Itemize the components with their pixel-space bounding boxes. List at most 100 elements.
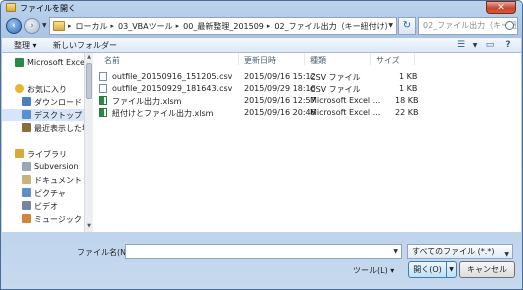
cancel-button[interactable]: キャンセル: [459, 261, 515, 278]
breadcrumb-separator[interactable]: ▸: [267, 22, 271, 30]
file-type-filter-value: すべてのファイル (*.*): [412, 247, 495, 256]
window-title: ファイルを開く: [20, 4, 76, 13]
column-header-date[interactable]: 更新日時: [244, 55, 276, 66]
column-divider[interactable]: [414, 53, 415, 65]
address-dropdown-icon[interactable]: ▼: [388, 22, 393, 29]
filename-input[interactable]: ▼: [125, 244, 402, 259]
sidebar-item-label: デスクトップ: [34, 111, 82, 120]
sidebar-item-recent-places[interactable]: 最近表示した場所: [2, 122, 84, 134]
column-header-size[interactable]: サイズ: [376, 55, 400, 66]
folder-icon: [6, 3, 16, 12]
sidebar-item-desktop[interactable]: デスクトップ: [2, 109, 84, 121]
sidebar-scrollbar[interactable]: ▲ ▼: [84, 53, 93, 232]
sidebar-item-microsoft-excel[interactable]: Microsoft Excel: [2, 57, 84, 69]
back-button[interactable]: ‹: [6, 18, 22, 34]
sidebar-item-label: お気に入り: [27, 85, 67, 94]
navigation-pane: Microsoft Excel お気に入り ダウンロード デスクトップ 最近表示…: [2, 53, 84, 232]
open-button[interactable]: 開く(O) ▼: [408, 261, 457, 278]
open-file-dialog: ファイルを開く ✕ ‹ › ▼ ▸ ローカル ▸ 03_VBAツール ▸ 00_…: [0, 0, 523, 290]
preview-pane-icon[interactable]: ▭: [483, 40, 497, 51]
chevron-down-icon[interactable]: ▼: [504, 248, 509, 261]
excel-file-icon: [99, 96, 107, 105]
navigation-bar: ‹ › ▼ ▸ ローカル ▸ 03_VBAツール ▸ 00_最新整理_20150…: [1, 15, 522, 37]
video-icon: [22, 201, 31, 210]
new-folder-button[interactable]: 新しいフォルダー: [53, 40, 117, 51]
column-header-type[interactable]: 種類: [310, 55, 326, 66]
file-type-filter[interactable]: すべてのファイル (*.*) ▼: [407, 244, 513, 259]
file-date: 2015/09/16 20:46: [244, 108, 316, 117]
breadcrumb-separator[interactable]: ▸: [111, 22, 115, 30]
refresh-button[interactable]: ↻: [398, 17, 416, 35]
download-icon: [22, 97, 31, 106]
forward-button[interactable]: ›: [24, 18, 40, 34]
sidebar-item-music[interactable]: ミュージック: [2, 213, 84, 225]
sidebar-item-label: ライブラリ: [27, 150, 67, 159]
close-button[interactable]: ✕: [486, 1, 516, 14]
recent-icon: [22, 123, 31, 132]
help-icon[interactable]: ?: [501, 40, 515, 51]
folder-icon: [53, 21, 65, 31]
title-bar: ファイルを開く ✕: [1, 1, 522, 15]
pictures-icon: [22, 188, 31, 197]
excel-file-icon: [99, 108, 107, 117]
file-row[interactable]: outfile_20150916_151205.csv 2015/09/16 1…: [94, 71, 521, 82]
desktop-icon: [22, 110, 31, 119]
search-input[interactable]: 02_ファイル出力（キー紐付け...: [418, 17, 518, 35]
file-type: Microsoft Excel ...: [310, 108, 381, 117]
sidebar-item-label: 最近表示した場所: [34, 124, 84, 133]
column-divider[interactable]: [238, 53, 239, 65]
file-size: 1 KB: [399, 72, 418, 81]
sidebar-item-label: ドキュメント: [34, 176, 82, 185]
sidebar-item-favorites[interactable]: お気に入り: [2, 83, 84, 95]
csv-file-icon: [99, 84, 107, 93]
scrollbar-thumb[interactable]: [86, 63, 92, 99]
library-icon: [15, 149, 24, 158]
breadcrumb-item[interactable]: 03_VBAツール: [118, 21, 173, 32]
filename-label: ファイル名(N):: [77, 248, 132, 257]
breadcrumb-separator[interactable]: ▸: [176, 22, 180, 30]
chevron-down-icon[interactable]: ▼: [393, 248, 398, 255]
file-size: 22 KB: [395, 108, 419, 117]
organize-menu[interactable]: 整理 ▾: [14, 40, 37, 51]
open-button-label: 開く(O): [413, 265, 442, 274]
file-name: 紐付けとファイル出力.xlsm: [112, 109, 214, 118]
open-options-dropdown[interactable]: ▼: [446, 262, 456, 277]
scroll-up-icon[interactable]: ▲: [86, 54, 92, 62]
file-size: 1 KB: [399, 84, 418, 93]
tools-menu[interactable]: ツール(L) ▾: [353, 265, 394, 276]
file-name: outfile_20150929_181643.csv: [112, 84, 233, 93]
file-date: 2015/09/16 12:57: [244, 96, 316, 105]
file-row[interactable]: ファイル出力.xlsm 2015/09/16 12:57 Microsoft E…: [94, 95, 521, 106]
sidebar-item-subversion[interactable]: Subversion: [2, 161, 84, 173]
view-options-icon[interactable]: ☰: [454, 40, 468, 51]
recent-pages-dropdown[interactable]: ▼: [42, 22, 47, 29]
sidebar-item-downloads[interactable]: ダウンロード: [2, 96, 84, 108]
address-bar[interactable]: ▸ ローカル ▸ 03_VBAツール ▸ 00_最新整理_201509 ▸ 02…: [49, 17, 397, 35]
sidebar-item-videos[interactable]: ビデオ: [2, 200, 84, 212]
breadcrumb-item[interactable]: 02_ファイル出力（キー紐付け）: [274, 21, 392, 32]
view-dropdown-icon[interactable]: ▼: [468, 40, 482, 51]
breadcrumb-item[interactable]: ローカル: [76, 21, 108, 32]
column-divider[interactable]: [304, 53, 305, 65]
music-icon: [22, 214, 31, 223]
content-area: Microsoft Excel お気に入り ダウンロード デスクトップ 最近表示…: [2, 53, 521, 232]
file-type: Microsoft Excel ...: [310, 96, 381, 105]
column-header-name[interactable]: 名前: [104, 55, 120, 66]
column-divider[interactable]: [370, 53, 371, 65]
documents-icon: [22, 175, 31, 184]
file-list: 名前 更新日時 種類 サイズ outfile_20150916_151205.c…: [94, 53, 521, 232]
file-name: outfile_20150916_151205.csv: [112, 72, 233, 81]
file-row[interactable]: outfile_20150929_181643.csv 2015/09/29 1…: [94, 83, 521, 94]
file-date: 2015/09/29 18:16: [244, 84, 316, 93]
breadcrumb-separator[interactable]: ▸: [68, 22, 72, 30]
scroll-down-icon[interactable]: ▼: [86, 223, 92, 231]
star-icon: [15, 84, 24, 93]
file-row[interactable]: 紐付けとファイル出力.xlsm 2015/09/16 20:46 Microso…: [94, 107, 521, 118]
file-type: CSV ファイル: [310, 73, 361, 82]
sidebar-item-libraries[interactable]: ライブラリ: [2, 148, 84, 160]
sidebar-item-documents[interactable]: ドキュメント: [2, 174, 84, 186]
sidebar-item-label: Microsoft Excel: [27, 58, 84, 67]
sidebar-item-pictures[interactable]: ピクチャ: [2, 187, 84, 199]
csv-file-icon: [99, 72, 107, 81]
breadcrumb-item[interactable]: 00_最新整理_201509: [183, 21, 264, 32]
